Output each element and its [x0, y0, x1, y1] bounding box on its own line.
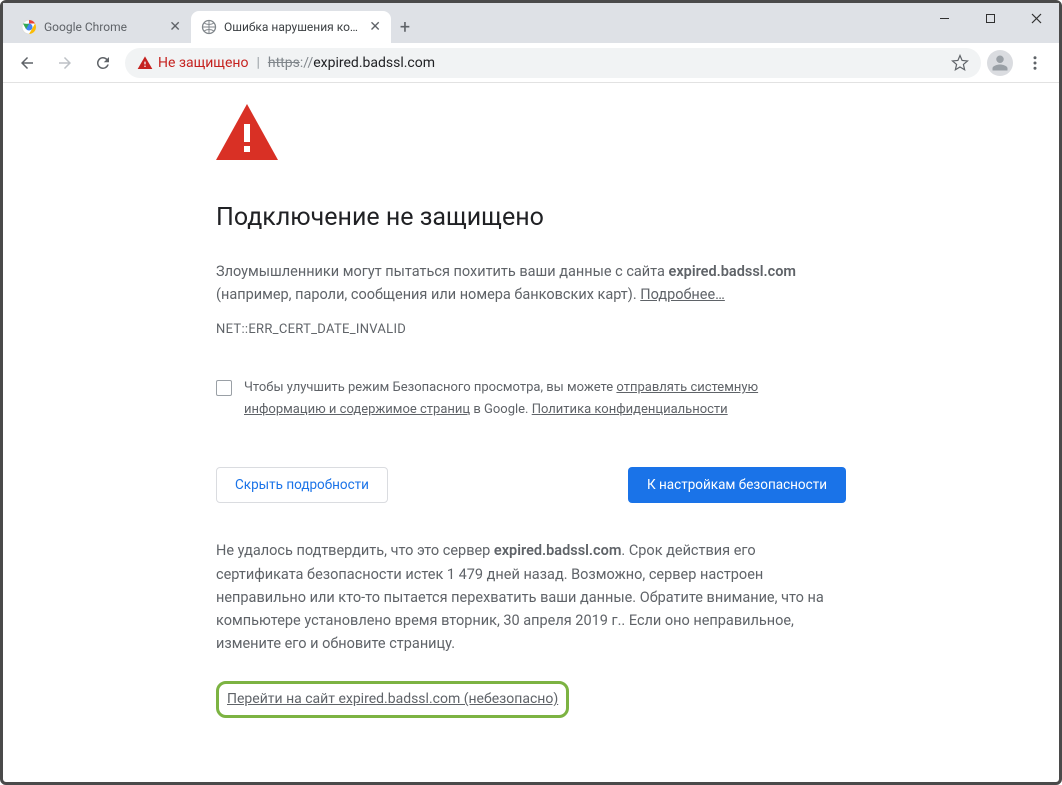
tab-google-chrome[interactable]: Google Chrome ✕ [11, 11, 191, 43]
explanation-text: Не удалось подтвердить, что это сервер e… [216, 539, 846, 655]
safety-settings-button[interactable]: К настройкам безопасности [628, 467, 846, 503]
browser-toolbar: Не защищено | https://expired.badssl.com [3, 43, 1059, 83]
titlebar: Google Chrome ✕ Ошибка нарушения конфиде… [3, 3, 1059, 43]
bookmark-star-icon[interactable] [951, 54, 969, 72]
tab-close-icon[interactable]: ✕ [169, 19, 181, 35]
tab-privacy-error[interactable]: Ошибка нарушения конфиденц ✕ [191, 11, 391, 43]
maximize-button[interactable] [967, 3, 1013, 33]
back-button[interactable] [11, 47, 43, 79]
warning-big-icon [216, 104, 278, 160]
url-text: https://expired.badssl.com [268, 55, 435, 71]
window-controls [921, 3, 1059, 33]
security-label: Не защищено [158, 55, 248, 71]
tab-label: Ошибка нарушения конфиденц [224, 20, 362, 34]
optin-checkbox[interactable] [216, 380, 232, 396]
globe-favicon [201, 19, 217, 35]
learn-more-link[interactable]: Подробнее… [640, 286, 725, 303]
page-heading: Подключение не защищено [216, 198, 846, 238]
reload-button[interactable] [87, 47, 119, 79]
optin-row: Чтобы улучшить режим Безопасного просмот… [216, 377, 776, 421]
page-content[interactable]: Подключение не защищено Злоумышленники м… [6, 84, 1056, 779]
error-code: NET::ERR_CERT_DATE_INVALID [216, 320, 846, 341]
address-bar[interactable]: Не защищено | https://expired.badssl.com [125, 48, 981, 78]
profile-avatar[interactable] [987, 50, 1013, 76]
forward-button [49, 47, 81, 79]
button-row: Скрыть подробности К настройкам безопасн… [216, 467, 846, 503]
hide-details-button[interactable]: Скрыть подробности [216, 467, 388, 503]
proceed-unsafe-link[interactable]: Перейти на сайт expired.badssl.com (небе… [216, 681, 569, 717]
minimize-button[interactable] [921, 3, 967, 33]
new-tab-button[interactable]: + [391, 13, 419, 41]
privacy-policy-link[interactable]: Политика конфиденциальности [532, 402, 728, 417]
warning-message: Злоумышленники могут пытаться похитить в… [216, 260, 846, 306]
close-window-button[interactable] [1013, 3, 1059, 33]
menu-button[interactable] [1019, 47, 1051, 79]
tab-close-icon[interactable]: ✕ [369, 19, 381, 35]
warning-triangle-icon [137, 55, 153, 71]
tab-label: Google Chrome [44, 20, 162, 34]
security-indicator[interactable]: Не защищено [137, 55, 248, 71]
chrome-favicon [21, 19, 37, 35]
